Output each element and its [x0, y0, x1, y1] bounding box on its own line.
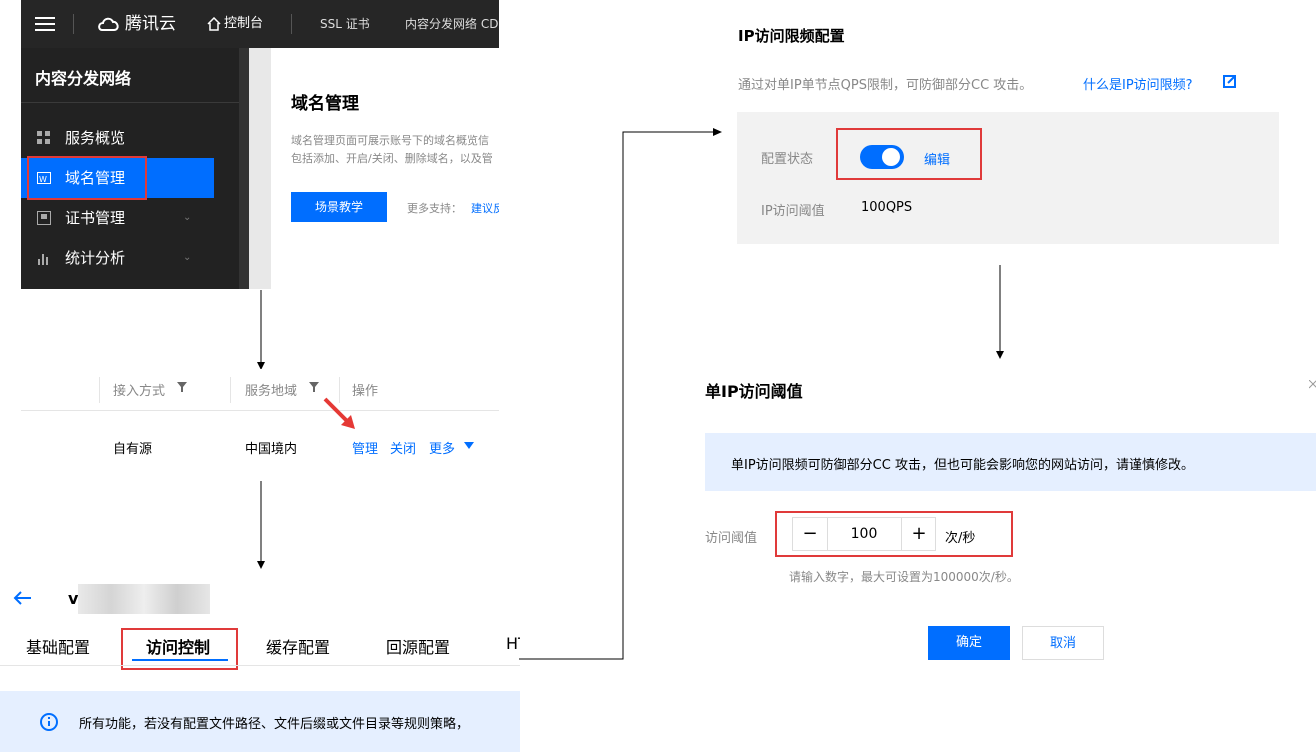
dialog-title: 单IP访问阈值: [705, 382, 803, 401]
caret-down-icon: [464, 442, 474, 450]
more-link[interactable]: 更多: [429, 438, 455, 457]
sidebar: 内容分发网络 服务概览 W 域名管理 证书管理 ⌄ 统计分析 ⌄: [21, 48, 249, 289]
blurred-domain: [78, 584, 210, 614]
notice-banner: 所有功能，若没有配置文件路径、文件后缀或文件目录等规则策略，: [0, 691, 520, 752]
external-link-icon[interactable]: [1223, 75, 1236, 88]
domain-table: 接入方式 服务地域 操作 自有源 中国境内 管理 关闭 更多: [21, 369, 499, 480]
field-label: 访问阈值: [705, 531, 758, 546]
notice-text: 所有功能，若没有配置文件路径、文件后缀或文件目录等规则策略，: [79, 717, 470, 732]
sidebar-item-stats[interactable]: 统计分析 ⌄: [21, 238, 214, 278]
highlight-box: [121, 628, 238, 670]
column-header-access: 接入方式: [113, 384, 166, 399]
domain-prefix: v: [68, 589, 79, 608]
cancel-button[interactable]: 取消: [1022, 626, 1104, 660]
cell-access: 自有源: [113, 442, 153, 457]
page-title: 域名管理: [291, 94, 359, 114]
grid-icon: [37, 131, 51, 145]
cert-icon: [37, 211, 51, 225]
confirm-button[interactable]: 确定: [928, 626, 1010, 660]
domain-detail: v 基础配置 访问控制 缓存配置 回源配置 HTTPS 所有功能，若没有配置文件…: [0, 570, 520, 752]
chevron-down-icon: ⌄: [183, 212, 192, 223]
tencent-cloud-logo-icon[interactable]: [97, 13, 121, 35]
back-arrow-icon[interactable]: [12, 590, 32, 606]
help-link[interactable]: 什么是IP访问限频?: [1083, 74, 1193, 93]
filter-icon[interactable]: [177, 382, 187, 392]
feedback-link[interactable]: 建议反馈: [471, 200, 499, 216]
nav-cdn[interactable]: 内容分发网络 CDN: [405, 0, 499, 48]
cell-region: 中国境内: [245, 442, 298, 457]
highlight-box: [836, 128, 982, 180]
nav-ssl[interactable]: SSL 证书: [320, 0, 370, 48]
sidebar-item-cert[interactable]: 证书管理 ⌄: [21, 198, 214, 238]
section-desc: 通过对单IP单节点QPS限制，可防御部分CC 攻击。: [738, 78, 1033, 93]
pointer-arrow-icon: [323, 397, 355, 429]
highlight-box: [27, 156, 147, 200]
threshold-dialog: 单IP访问阈值 单IP访问限频可防御部分CC 攻击，但也可能会影响您的网站访问，…: [697, 360, 1316, 752]
support-label: 更多支持：: [407, 202, 462, 215]
flow-arrow: [519, 128, 722, 660]
close-link[interactable]: 关闭: [390, 438, 416, 457]
sidebar-item-overview[interactable]: 服务概览: [21, 118, 214, 158]
highlight-box: [775, 511, 1013, 557]
manage-link[interactable]: 管理: [352, 438, 378, 457]
flow-arrow: [996, 265, 1004, 359]
sidebar-scrollbar[interactable]: [239, 48, 249, 289]
sidebar-item-label: 证书管理: [65, 209, 126, 227]
nav-console[interactable]: 控制台: [224, 0, 263, 48]
chart-icon: [37, 251, 51, 265]
input-hint: 请输入数字，最大可设置为100000次/秒。: [789, 570, 1019, 584]
threshold-value: 100QPS: [861, 200, 913, 215]
info-icon: [40, 713, 58, 731]
ip-config-panel: IP访问限频配置 通过对单IP单节点QPS限制，可防御部分CC 攻击。 什么是I…: [715, 0, 1316, 262]
sidebar-item-label: 服务概览: [65, 129, 126, 147]
close-icon[interactable]: [1309, 380, 1316, 392]
page-desc-line2: 包括添加、开启/关闭、删除域名，以及管: [291, 152, 493, 165]
home-icon: [207, 17, 221, 31]
brand-name[interactable]: 腾讯云: [125, 0, 176, 48]
main-content: 域名管理 域名管理页面可展示账号下的域名概览信 包括添加、开启/关闭、删除域名，…: [271, 48, 499, 289]
status-label: 配置状态: [761, 152, 814, 167]
flow-arrow: [257, 290, 265, 370]
tab-https[interactable]: HTTPS: [506, 634, 520, 653]
column-header-region: 服务地域: [245, 384, 298, 399]
tab-basic[interactable]: 基础配置: [26, 634, 90, 658]
tutorial-button[interactable]: 场景教学: [291, 192, 387, 222]
console-panel: 腾讯云 控制台 SSL 证书 内容分发网络 CDN 内容分发网络 服务概览 W …: [21, 0, 499, 289]
top-bar: 腾讯云 控制台 SSL 证书 内容分发网络 CDN: [21, 0, 499, 48]
section-title: IP访问限频配置: [738, 27, 845, 45]
hamburger-menu-icon[interactable]: [35, 14, 55, 34]
tab-cache[interactable]: 缓存配置: [266, 634, 330, 658]
page-desc-line1: 域名管理页面可展示账号下的域名概览信: [291, 134, 489, 147]
threshold-label: IP访问阈值: [761, 204, 825, 219]
warning-text: 单IP访问限频可防御部分CC 攻击，但也可能会影响您的网站访问，请谨慎修改。: [731, 458, 1194, 473]
filter-icon[interactable]: [309, 382, 319, 392]
product-title: 内容分发网络: [35, 69, 132, 88]
flow-arrow: [257, 481, 265, 569]
config-card: 配置状态 编辑 IP访问阈值 100QPS: [737, 112, 1279, 244]
tab-origin[interactable]: 回源配置: [386, 634, 450, 658]
sidebar-item-label: 统计分析: [65, 249, 126, 267]
chevron-down-icon: ⌄: [183, 252, 192, 263]
warning-banner: 单IP访问限频可防御部分CC 攻击，但也可能会影响您的网站访问，请谨慎修改。: [705, 433, 1316, 491]
